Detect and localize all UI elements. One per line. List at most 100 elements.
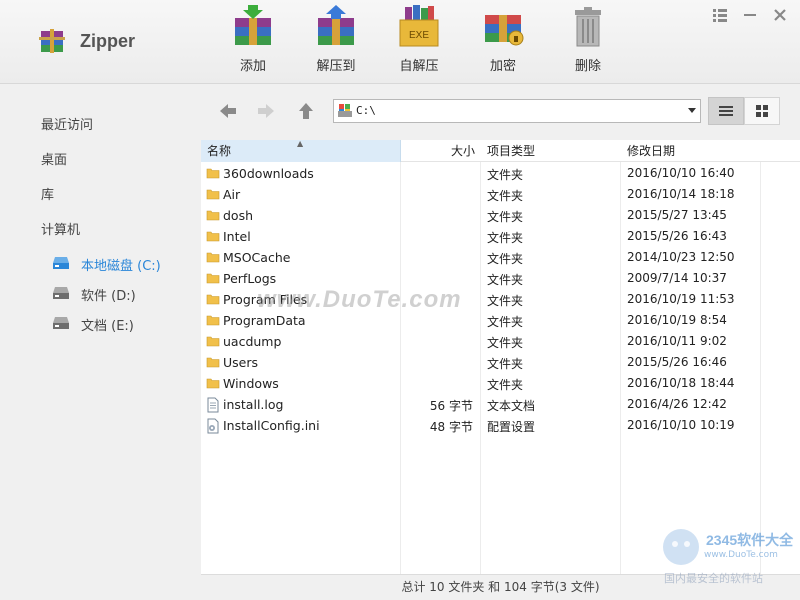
table-row[interactable]: InstallConfig.ini 48 字节 配置设置 2016/10/10 10:… <box>201 415 800 436</box>
drive-label: 本地磁盘 (C:) <box>81 259 161 274</box>
file-name: ProgramData <box>223 313 306 328</box>
list-view-button[interactable] <box>708 97 744 125</box>
main-toolbar: Zipper 添加 解压到 EXE 自解压 加密 删除 <box>0 0 800 84</box>
exe-badge: EXE <box>409 30 429 41</box>
text-file-icon <box>206 397 220 416</box>
sidebar-item-recent[interactable]: 最近访问 <box>41 114 93 133</box>
table-row[interactable]: MSOCache 文件夹 2014/10/23 12:50 <box>201 247 800 268</box>
table-row[interactable]: 360downloads 文件夹 2016/10/10 16:40 <box>201 163 800 184</box>
encrypt-lock-icon <box>485 15 524 46</box>
app-title: Zipper <box>80 31 136 51</box>
file-type: 文本文档 <box>487 399 536 413</box>
app-logo-icon <box>39 29 65 53</box>
drive-icon <box>53 317 69 329</box>
drive-icon <box>53 287 69 299</box>
folder-icon <box>206 334 220 351</box>
column-header-name-label: 名称 <box>207 144 232 158</box>
add-button[interactable]: 添加 <box>223 5 283 75</box>
file-date: 2016/10/19 11:53 <box>627 292 735 306</box>
file-date: 2016/10/11 9:02 <box>627 334 727 348</box>
chevron-down-icon[interactable] <box>688 108 696 113</box>
grid-view-button[interactable] <box>744 97 780 125</box>
folder-icon <box>206 355 220 372</box>
folder-icon <box>206 313 220 330</box>
table-row[interactable]: Windows 文件夹 2016/10/18 18:44 <box>201 373 800 394</box>
self-extract-icon: EXE <box>399 5 439 47</box>
file-name: MSOCache <box>223 250 291 265</box>
file-name: dosh <box>223 208 254 223</box>
file-date: 2016/10/18 18:44 <box>627 376 735 390</box>
file-type: 配置设置 <box>487 420 536 434</box>
back-arrow-icon[interactable] <box>217 100 239 122</box>
table-row[interactable]: Users 文件夹 2015/5/26 16:46 <box>201 352 800 373</box>
file-name: Users <box>223 355 259 370</box>
sidebar-item-library[interactable]: 库 <box>41 184 54 203</box>
file-type: 文件夹 <box>487 315 524 329</box>
list-view-icon <box>719 106 733 116</box>
table-row[interactable]: uacdump 文件夹 2016/10/11 9:02 <box>201 331 800 352</box>
file-date: 2016/10/19 8:54 <box>627 313 727 327</box>
table-row[interactable]: Intel 文件夹 2015/5/26 16:43 <box>201 226 800 247</box>
add-archive-icon <box>235 5 271 45</box>
forward-arrow-icon[interactable] <box>255 100 277 122</box>
file-type: 文件夹 <box>487 294 524 308</box>
file-date: 2016/10/14 18:18 <box>627 187 735 201</box>
sidebar: 最近访问 桌面 库 计算机 本地磁盘 (C:) 软件 (D:) 文档 (E:) <box>0 85 200 600</box>
file-date: 2014/10/23 12:50 <box>627 250 735 264</box>
encrypt-button[interactable]: 加密 <box>473 5 533 75</box>
add-label: 添加 <box>239 59 266 74</box>
folder-icon <box>206 271 220 288</box>
file-date: 2016/10/10 10:19 <box>627 418 735 432</box>
sidebar-item-computer[interactable]: 计算机 <box>41 219 80 238</box>
file-name: PerfLogs <box>223 271 277 286</box>
file-date: 2016/4/26 12:42 <box>627 397 727 411</box>
file-name: Windows <box>223 376 279 391</box>
drive-label: 文档 (E:) <box>81 319 134 334</box>
folder-icon <box>206 229 220 246</box>
address-bar[interactable]: C:\ <box>333 99 701 123</box>
folder-icon <box>206 187 220 204</box>
file-type: 文件夹 <box>487 378 524 392</box>
up-arrow-icon[interactable] <box>295 100 317 122</box>
table-row[interactable]: Air 文件夹 2016/10/14 18:18 <box>201 184 800 205</box>
folder-icon <box>206 376 220 393</box>
folder-icon <box>206 292 220 309</box>
file-name: InstallConfig.ini <box>223 418 320 433</box>
table-row[interactable]: install.log 56 字节 文本文档 2016/4/26 12:42 <box>201 394 800 415</box>
file-type: 文件夹 <box>487 168 524 182</box>
minimize-icon[interactable] <box>742 7 758 23</box>
extract-to-button[interactable]: 解压到 <box>306 5 366 75</box>
self-extract-button[interactable]: EXE 自解压 <box>389 5 449 75</box>
window-controls <box>702 7 788 23</box>
column-header-name[interactable]: ▲ 名称 <box>201 140 401 162</box>
file-name: 360downloads <box>223 166 314 181</box>
file-size: 56 字节 <box>429 399 473 413</box>
file-name: Air <box>223 187 241 202</box>
drive-label: 软件 (D:) <box>81 289 136 304</box>
file-type: 文件夹 <box>487 252 524 266</box>
table-row[interactable]: Program Files 文件夹 2016/10/19 11:53 <box>201 289 800 310</box>
column-header-date[interactable]: 修改日期 <box>621 140 761 162</box>
file-type: 文件夹 <box>487 231 524 245</box>
table-row[interactable]: PerfLogs 文件夹 2009/7/14 10:37 <box>201 268 800 289</box>
table-row[interactable]: ProgramData 文件夹 2016/10/19 8:54 <box>201 310 800 331</box>
menu-icon[interactable] <box>712 7 728 23</box>
sidebar-item-desktop[interactable]: 桌面 <box>41 149 67 168</box>
drive-icon <box>53 257 69 269</box>
folder-icon <box>206 250 220 267</box>
column-header-size[interactable]: 大小 <box>401 140 481 162</box>
folder-icon <box>206 208 220 225</box>
close-icon[interactable] <box>772 7 788 23</box>
column-header-type[interactable]: 项目类型 <box>481 140 621 162</box>
status-bar: 总计 10 文件夹 和 104 字节(3 文件) <box>201 574 800 600</box>
file-name: uacdump <box>223 334 282 349</box>
delete-button[interactable]: 删除 <box>558 5 618 75</box>
folder-icon <box>206 166 220 183</box>
table-row[interactable]: dosh 文件夹 2015/5/27 13:45 <box>201 205 800 226</box>
file-type: 文件夹 <box>487 336 524 350</box>
address-path: C:\ <box>356 104 376 117</box>
encrypt-label: 加密 <box>489 59 516 74</box>
file-date: 2016/10/10 16:40 <box>627 166 735 180</box>
file-date: 2015/5/26 16:46 <box>627 355 727 369</box>
extract-archive-icon <box>318 5 354 45</box>
